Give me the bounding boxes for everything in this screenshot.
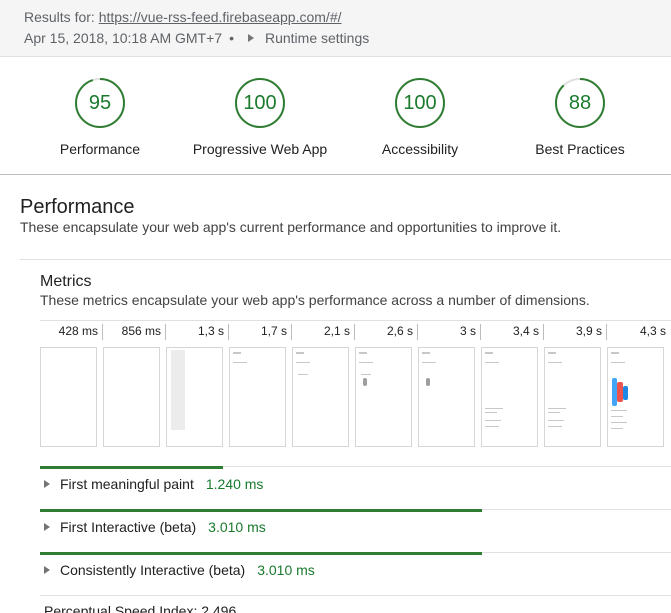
filmstrip-frame bbox=[607, 347, 664, 447]
separator-dot: • bbox=[229, 30, 234, 46]
metric-value: 1.240 ms bbox=[205, 476, 264, 492]
divider bbox=[20, 259, 671, 260]
filmstrip-frame bbox=[292, 347, 349, 447]
filmstrip-frame bbox=[40, 347, 97, 447]
metric-label: Consistently Interactive (beta) bbox=[60, 562, 246, 578]
gauge-label: Performance bbox=[59, 141, 141, 157]
timeline-tick: 2,6 s bbox=[355, 324, 418, 340]
section-title: Performance bbox=[20, 196, 135, 218]
results-line: Results for: https://vue-rss-feed.fireba… bbox=[24, 9, 342, 25]
timeline-tick: 856 ms bbox=[103, 324, 166, 340]
metric-value: 3.010 ms bbox=[257, 562, 315, 578]
timeline-tick: 428 ms bbox=[40, 324, 103, 340]
gauge-pwa[interactable]: 100 Progressive Web App bbox=[180, 77, 340, 157]
metric-value: 3.010 ms bbox=[208, 519, 266, 535]
gauge-label: Best Practices bbox=[535, 141, 625, 157]
runtime-settings-toggle[interactable]: Runtime settings bbox=[265, 30, 369, 46]
metric-label: First meaningful paint bbox=[60, 476, 194, 492]
gauge-score: 95 bbox=[88, 92, 112, 114]
metric-bar bbox=[40, 466, 223, 469]
expand-arrow-icon[interactable] bbox=[44, 566, 50, 574]
filmstrip-frame bbox=[544, 347, 601, 447]
report-timestamp: Apr 15, 2018, 10:18 AM GMT+7 bbox=[24, 30, 223, 46]
metric-row[interactable]: Perceptual Speed Index: 2.496 bbox=[40, 595, 671, 613]
timeline-tick: 1,7 s bbox=[229, 324, 292, 340]
gauge-performance[interactable]: 95 Performance bbox=[20, 77, 180, 157]
filmstrip-frame bbox=[103, 347, 160, 447]
filmstrip bbox=[40, 347, 671, 447]
filmstrip-frame bbox=[355, 347, 412, 447]
gauge-score: 100 bbox=[403, 92, 437, 114]
gauge-best-practices[interactable]: 88 Best Practices bbox=[500, 77, 660, 157]
filmstrip-timeline: 428 ms 856 ms 1,3 s 1,7 s 2,1 s 2,6 s 3 … bbox=[40, 320, 671, 340]
report-header: Results for: https://vue-rss-feed.fireba… bbox=[0, 0, 671, 57]
metrics-title: Metrics bbox=[40, 273, 92, 290]
metric-bar bbox=[40, 552, 482, 555]
filmstrip-frame bbox=[229, 347, 286, 447]
filmstrip-frame bbox=[166, 347, 223, 447]
gauge-score: 88 bbox=[568, 92, 592, 114]
timeline-tick: 3 s bbox=[418, 324, 481, 340]
metric-label: First Interactive (beta) bbox=[60, 519, 197, 535]
meta-line: Apr 15, 2018, 10:18 AM GMT+7 • Runtime s… bbox=[24, 30, 369, 46]
expand-arrow-icon[interactable] bbox=[44, 480, 50, 488]
metric-bar bbox=[40, 509, 482, 512]
filmstrip-frame bbox=[418, 347, 475, 447]
filmstrip-frame bbox=[481, 347, 538, 447]
timeline-tick: 3,4 s bbox=[481, 324, 544, 340]
metric-label: Perceptual Speed Index: 2.496 bbox=[44, 603, 237, 613]
timeline-tick: 2,1 s bbox=[292, 324, 355, 340]
expand-caret-icon[interactable] bbox=[247, 34, 254, 42]
score-summary: 95 Performance 100 Progressive Web App 1… bbox=[0, 57, 671, 175]
gauge-score: 100 bbox=[243, 92, 277, 114]
metric-row[interactable]: Consistently Interactive (beta) 3.010 ms bbox=[40, 552, 671, 594]
expand-arrow-icon[interactable] bbox=[44, 523, 50, 531]
gauge-label: Progressive Web App bbox=[192, 141, 328, 157]
section-description: These encapsulate your web app's current… bbox=[20, 219, 562, 235]
metric-row[interactable]: First Interactive (beta) 3.010 ms bbox=[40, 509, 671, 551]
gauge-accessibility[interactable]: 100 Accessibility bbox=[340, 77, 500, 157]
timeline-tick: 1,3 s bbox=[166, 324, 229, 340]
gauge-label: Accessibility bbox=[381, 141, 459, 157]
timeline-tick: 3,9 s bbox=[544, 324, 607, 340]
metrics-description: These metrics encapsulate your web app's… bbox=[40, 292, 590, 308]
results-label: Results for: bbox=[24, 9, 95, 25]
timeline-tick: 4,3 s bbox=[639, 324, 666, 338]
metric-row[interactable]: First meaningful paint 1.240 ms bbox=[40, 466, 671, 508]
tested-url-link[interactable]: https://vue-rss-feed.firebaseapp.com/#/ bbox=[99, 9, 342, 25]
